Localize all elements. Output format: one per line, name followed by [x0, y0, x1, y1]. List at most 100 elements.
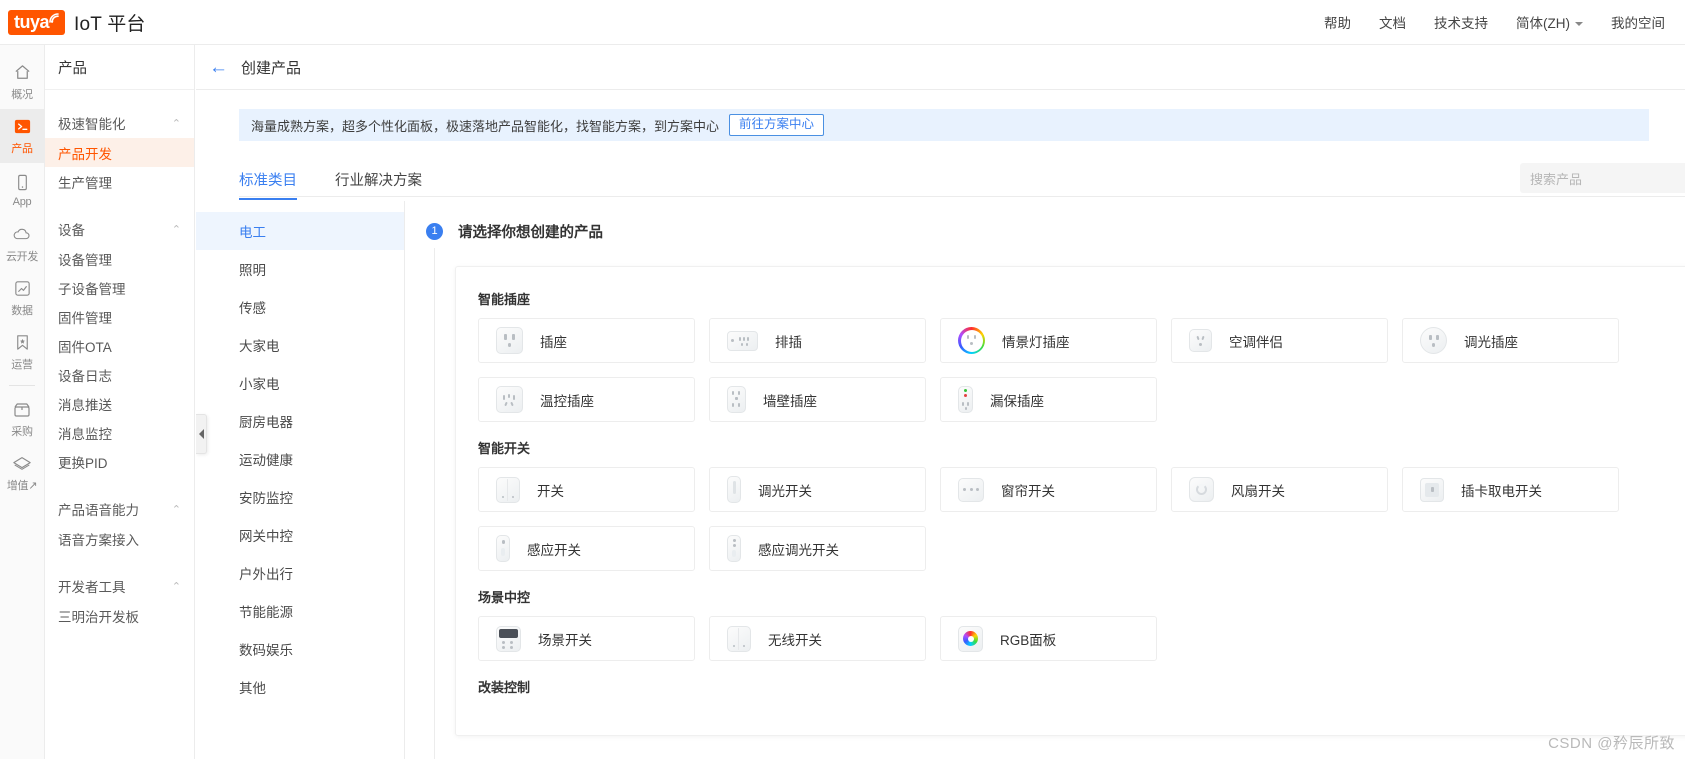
section-title-smart-switch: 智能开关 [478, 441, 531, 456]
nav-group-header-rapid-smart[interactable]: 极速智能化 ⌃ [45, 108, 194, 138]
product-card-rgb-panel[interactable]: RGB面板 [940, 616, 1157, 661]
topbar-item-help[interactable]: 帮助 [1310, 12, 1365, 32]
sidebar-item-device-log[interactable]: 设备日志 [45, 360, 194, 389]
rail-item-purchase[interactable]: 采购 [0, 392, 44, 446]
product-card-card-power-switch[interactable]: 插卡取电开关 [1402, 467, 1619, 512]
sidebar-item-label: 生产管理 [58, 175, 112, 191]
product-card-scene-switch[interactable]: 场景开关 [478, 616, 695, 661]
rail-item-product[interactable]: 产品 [0, 109, 44, 163]
category-item-security[interactable]: 安防监控 [196, 478, 404, 516]
category-item-small-appliance[interactable]: 小家电 [196, 364, 404, 402]
product-card-dimmer-switch[interactable]: 调光开关 [709, 467, 926, 512]
sidebar-item-firmware-mgmt[interactable]: 固件管理 [45, 302, 194, 331]
section-title-smart-socket: 智能插座 [478, 292, 531, 307]
sidebar-item-label: 产品开发 [58, 146, 112, 162]
sidebar-item-message-push[interactable]: 消息推送 [45, 389, 194, 418]
back-arrow-icon[interactable]: ← [209, 58, 228, 77]
cloud-icon [12, 225, 32, 245]
product-card-dimmer-socket[interactable]: 调光插座 [1402, 318, 1619, 363]
product-card-wireless-switch[interactable]: 无线开关 [709, 616, 926, 661]
category-item-sport-health[interactable]: 运动健康 [196, 440, 404, 478]
sidebar-item-sandwich-board[interactable]: 三明治开发板 [45, 601, 194, 630]
sidebar-item-device-mgmt[interactable]: 设备管理 [45, 244, 194, 273]
sidebar-item-firmware-ota[interactable]: 固件OTA [45, 331, 194, 360]
scene-light-socket-icon [958, 327, 985, 354]
category-item-lighting[interactable]: 照明 [196, 250, 404, 288]
product-card-leakage-socket[interactable]: 漏保插座 [940, 377, 1157, 422]
product-card-sensor-switch[interactable]: 感应开关 [478, 526, 695, 571]
topbar-support-label: 技术支持 [1434, 16, 1488, 31]
sidebar-item-change-pid[interactable]: 更换PID [45, 447, 194, 476]
category-item-digital-entertainment[interactable]: 数码娱乐 [196, 630, 404, 668]
topbar-language-label: 简体(ZH) [1516, 16, 1570, 31]
rail-item-cloud[interactable]: 云开发 [0, 217, 44, 271]
topbar-item-support[interactable]: 技术支持 [1420, 12, 1502, 32]
rail-label-value-added: 增值↗ [6, 479, 38, 492]
tuya-logo-text: tuya [14, 11, 50, 32]
product-card-label: 温控插座 [540, 393, 594, 409]
sidebar-item-message-monitor[interactable]: 消息监控 [45, 418, 194, 447]
product-card-fan-switch[interactable]: 风扇开关 [1171, 467, 1388, 512]
sidebar-item-label: 子设备管理 [58, 281, 126, 297]
product-card-wall-socket[interactable]: 墙壁插座 [709, 377, 926, 422]
product-card-thermostat-socket[interactable]: 温控插座 [478, 377, 695, 422]
product-panel: 智能插座 插座 排插 情景灯插座 空调伴侣 调光插座 温控插座 墙壁插座 漏保插… [455, 266, 1685, 736]
topbar-item-language[interactable]: 简体(ZH) [1502, 12, 1597, 32]
product-card-power-strip[interactable]: 排插 [709, 318, 926, 363]
product-card-socket[interactable]: 插座 [478, 318, 695, 363]
power-strip-icon [727, 330, 758, 351]
topbar-item-docs[interactable]: 文档 [1365, 12, 1420, 32]
sidebar-item-product-dev[interactable]: 产品开发 [45, 138, 194, 167]
category-label: 节能能源 [239, 605, 293, 620]
topbar-item-my-space[interactable]: 我的空间 [1597, 12, 1679, 32]
tab-industry-solution[interactable]: 行业解决方案 [335, 169, 422, 199]
rail-item-data[interactable]: 数据 [0, 271, 44, 325]
product-row: 感应开关 感应调光开关 [478, 526, 1685, 571]
nav-group-header-voice[interactable]: 产品语音能力 ⌃ [45, 494, 194, 524]
category-item-kitchen[interactable]: 厨房电器 [196, 402, 404, 440]
category-item-gateway[interactable]: 网关中控 [196, 516, 404, 554]
sidebar-collapse-handle[interactable] [196, 414, 207, 454]
tab-standard-category[interactable]: 标准类目 [239, 169, 297, 200]
wall-socket-icon [727, 386, 746, 413]
terminal-icon [12, 117, 32, 137]
category-item-sensor[interactable]: 传感 [196, 288, 404, 326]
search-placeholder-text: 搜索产品 [1530, 171, 1583, 187]
brand-logo[interactable]: tuya IoT 平台 [8, 9, 146, 36]
nav-group-header-device[interactable]: 设备 ⌃ [45, 214, 194, 244]
product-card-switch[interactable]: 开关 [478, 467, 695, 512]
product-card-label: 墙壁插座 [763, 393, 817, 409]
search-product-input[interactable]: 搜索产品 [1520, 163, 1685, 193]
chevron-down-icon [1575, 22, 1583, 27]
diamond-icon [12, 454, 32, 474]
product-card-label: 空调伴侣 [1229, 334, 1283, 350]
category-item-energy[interactable]: 节能能源 [196, 592, 404, 630]
product-row: 场景开关 无线开关 RGB面板 [478, 616, 1685, 661]
product-card-scene-light-socket[interactable]: 情景灯插座 [940, 318, 1157, 363]
rail-item-value-added[interactable]: 增值↗ [0, 446, 44, 500]
product-card-sensor-dimmer-switch[interactable]: 感应调光开关 [709, 526, 926, 571]
chevron-left-icon [198, 429, 204, 439]
sidebar-item-subdevice-mgmt[interactable]: 子设备管理 [45, 273, 194, 302]
go-to-solution-center-button[interactable]: 前往方案中心 [729, 114, 825, 136]
topbar-help-label: 帮助 [1324, 16, 1351, 31]
category-item-electrician[interactable]: 电工 [196, 212, 404, 250]
rail-item-app[interactable]: App [0, 163, 44, 217]
sidebar-item-production-mgmt[interactable]: 生产管理 [45, 167, 194, 196]
tab-label: 标准类目 [239, 172, 297, 189]
category-item-outdoor[interactable]: 户外出行 [196, 554, 404, 592]
sidebar-item-label: 固件管理 [58, 310, 112, 326]
rail-item-overview[interactable]: 概况 [0, 55, 44, 109]
dimmer-socket-icon [1420, 327, 1447, 354]
category-item-other[interactable]: 其他 [196, 668, 404, 706]
rail-item-operations[interactable]: 运营 [0, 325, 44, 379]
sidebar-item-label: 设备管理 [58, 252, 112, 268]
product-card-curtain-switch[interactable]: 窗帘开关 [940, 467, 1157, 512]
product-card-ac-companion[interactable]: 空调伴侣 [1171, 318, 1388, 363]
sidebar-item-voice-integration[interactable]: 语音方案接入 [45, 524, 194, 553]
curtain-switch-icon [958, 477, 984, 502]
category-item-large-appliance[interactable]: 大家电 [196, 326, 404, 364]
dimmer-switch-icon [727, 476, 741, 503]
card-power-switch-icon [1420, 477, 1444, 502]
nav-group-header-dev-tools[interactable]: 开发者工具 ⌃ [45, 571, 194, 601]
